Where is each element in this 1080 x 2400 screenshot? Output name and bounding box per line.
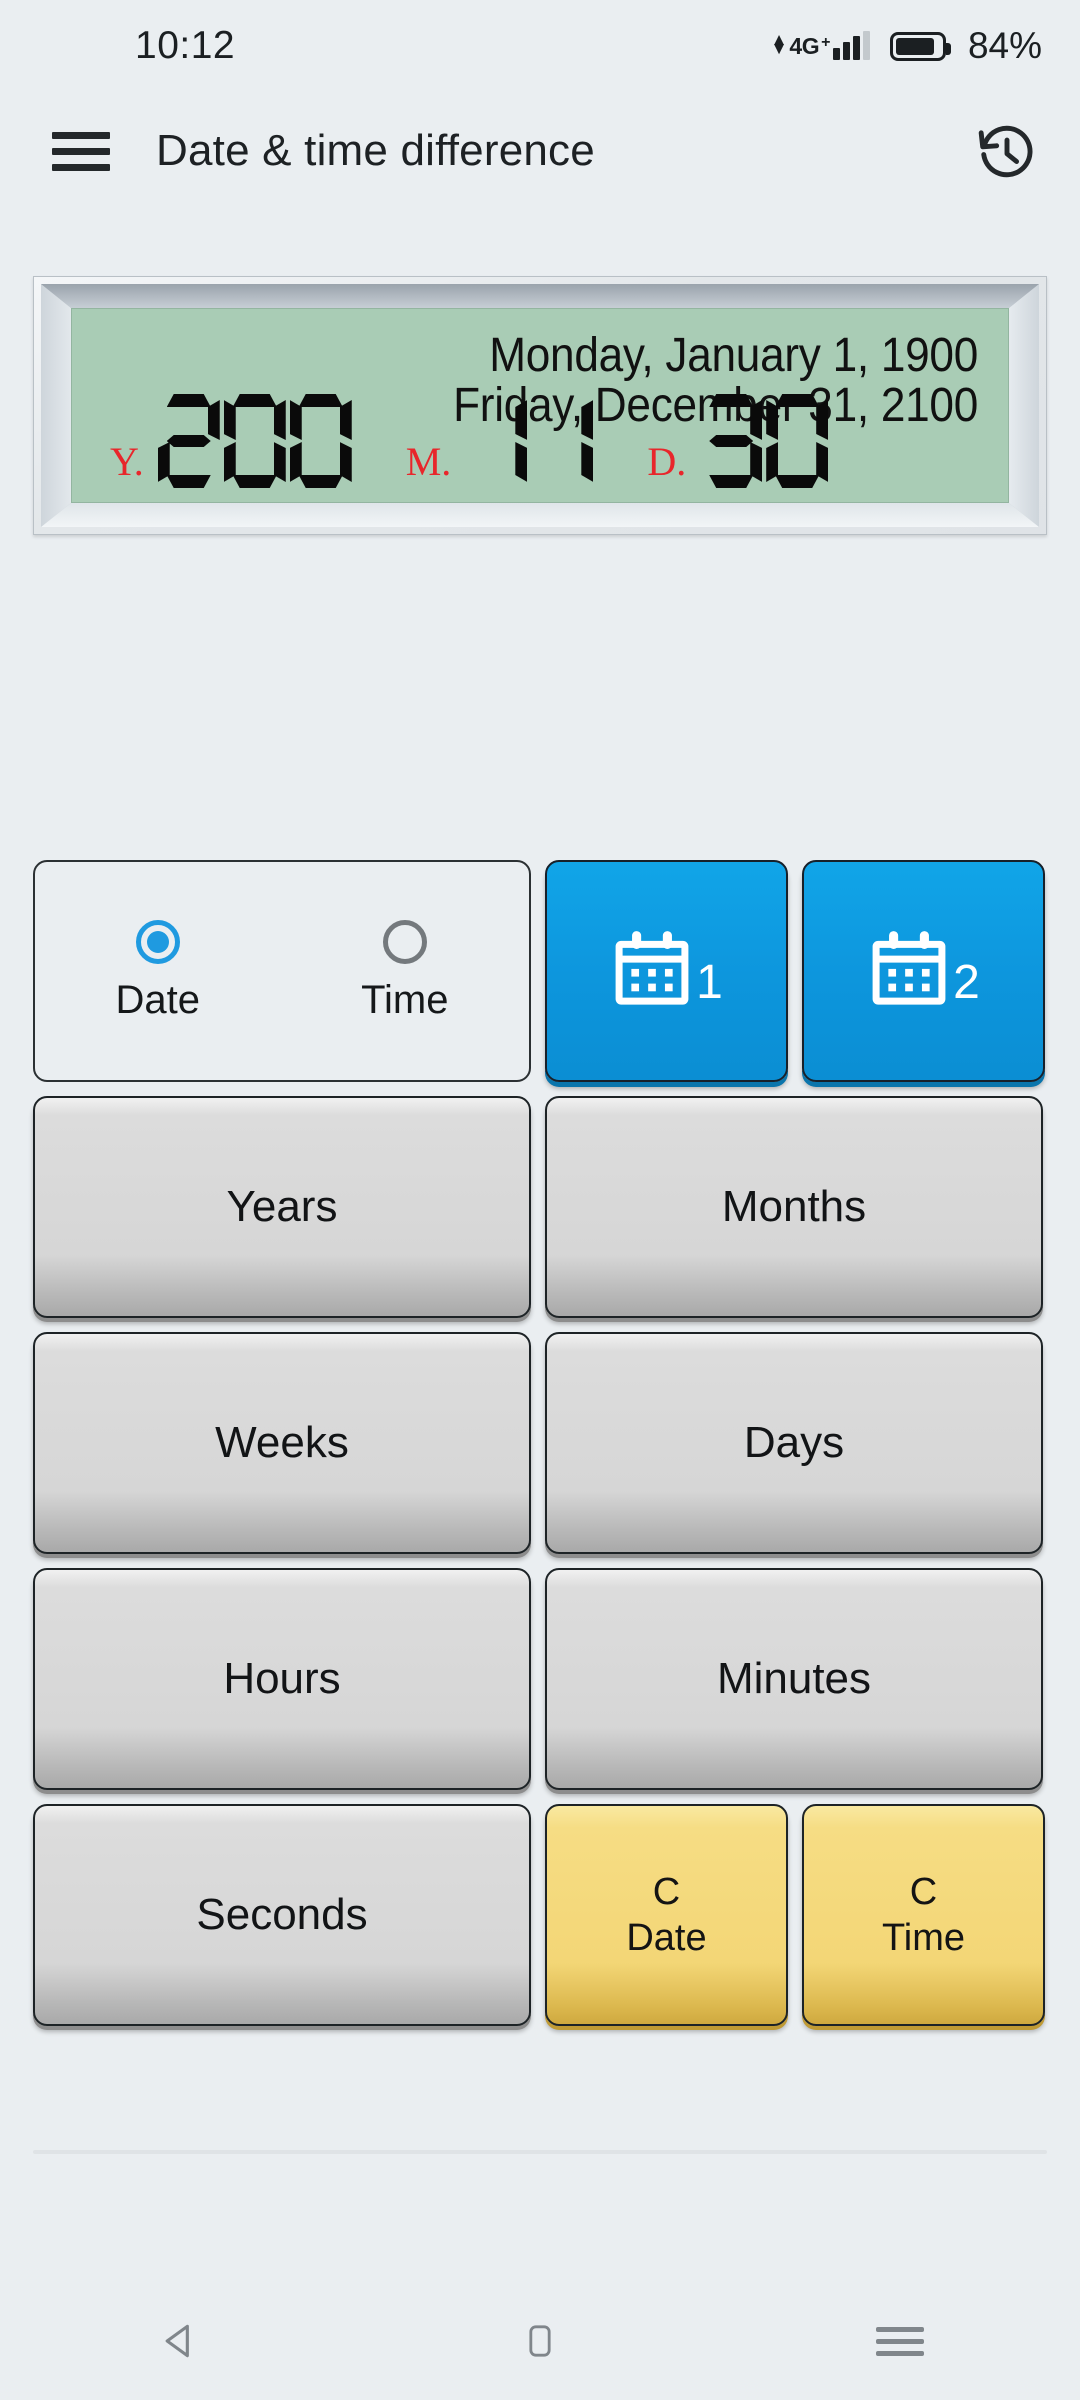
home-square-icon[interactable] bbox=[495, 2306, 585, 2376]
bezel-top bbox=[41, 284, 1039, 308]
years-digits bbox=[158, 394, 352, 488]
calendar-button-1-number: 1 bbox=[696, 956, 723, 1009]
mode-option-date-label: Date bbox=[115, 977, 201, 1022]
mode-option-time-label: Time bbox=[361, 977, 449, 1022]
lcd-bezel: Monday, January 1, 1900 Friday, December… bbox=[41, 284, 1039, 527]
calendar-icon bbox=[867, 929, 951, 1013]
unit-button-months[interactable]: Months bbox=[545, 1096, 1043, 1318]
status-clock: 10:12 bbox=[135, 24, 236, 67]
days-label: D. bbox=[647, 439, 687, 484]
unit-button-weeks[interactable]: Weeks bbox=[33, 1332, 531, 1554]
battery-percent-label: 84% bbox=[967, 25, 1042, 66]
unit-button-years[interactable]: Years bbox=[33, 1096, 531, 1318]
keypad-row-4: Hours Minutes bbox=[33, 1568, 1047, 1790]
unit-button-hours[interactable]: Hours bbox=[33, 1568, 531, 1790]
clear-date-line2: Date bbox=[626, 1917, 707, 1959]
bezel-right bbox=[1009, 284, 1039, 527]
network-type-group: ▲ ▼ 4G + bbox=[770, 30, 831, 59]
mode-option-date[interactable]: Date bbox=[115, 919, 201, 1023]
clear-date-line1: C bbox=[652, 1870, 681, 1913]
data-transfer-arrows-icon: ▲ ▼ bbox=[770, 30, 788, 59]
unit-button-days[interactable]: Days bbox=[545, 1332, 1043, 1554]
unit-button-seconds[interactable]: Seconds bbox=[33, 1804, 531, 2026]
radio-unselected-icon[interactable] bbox=[382, 919, 427, 964]
mode-option-time[interactable]: Time bbox=[361, 919, 449, 1023]
android-nav-bar bbox=[0, 2282, 1080, 2400]
seven-segment-digit bbox=[224, 394, 286, 488]
difference-readout: Y. M. D. bbox=[72, 394, 1008, 488]
radio-selected-icon[interactable] bbox=[135, 919, 180, 964]
calendar-icon bbox=[610, 929, 694, 1013]
app-bar: Date & time difference bbox=[0, 96, 1080, 206]
clear-date-button[interactable]: C Date bbox=[545, 1804, 788, 2026]
calendar-button-2-number: 2 bbox=[953, 956, 980, 1009]
keypad-row-1: Date Time 1 2 bbox=[33, 860, 1047, 1082]
seven-segment-digit bbox=[290, 394, 352, 488]
seven-segment-digit bbox=[531, 394, 593, 488]
years-group: Y. bbox=[110, 394, 352, 488]
seven-segment-digit bbox=[700, 394, 762, 488]
clear-time-button[interactable]: C Time bbox=[802, 1804, 1045, 2026]
mode-selector[interactable]: Date Time bbox=[33, 860, 531, 1082]
days-digits bbox=[700, 394, 828, 488]
network-indicator: ▲ ▼ 4G + bbox=[770, 30, 870, 60]
date-from-label: Monday, January 1, 1900 bbox=[489, 329, 978, 382]
network-type-label: 4G bbox=[789, 33, 820, 59]
days-group: D. bbox=[647, 394, 828, 488]
clear-time-line1: C bbox=[909, 1870, 938, 1913]
unit-button-minutes[interactable]: Minutes bbox=[545, 1568, 1043, 1790]
network-sup-label: + bbox=[821, 34, 830, 51]
battery-icon bbox=[889, 31, 951, 61]
seven-segment-digit bbox=[158, 394, 220, 488]
result-display-panel: Monday, January 1, 1900 Friday, December… bbox=[33, 276, 1047, 535]
bezel-left bbox=[41, 284, 71, 527]
months-group: M. bbox=[406, 394, 594, 488]
section-divider bbox=[33, 2150, 1047, 2154]
status-indicators: ▲ ▼ 4G + 84% bbox=[771, 25, 1042, 67]
months-digits bbox=[465, 394, 593, 488]
status-bar: 10:12 ▲ ▼ 4G + 84% bbox=[0, 0, 1080, 92]
clear-time-line2: Time bbox=[881, 1917, 966, 1959]
keypad-row-3: Weeks Days bbox=[33, 1332, 1047, 1554]
back-triangle-icon[interactable] bbox=[135, 2306, 225, 2376]
years-label: Y. bbox=[110, 439, 144, 484]
months-label: M. bbox=[405, 439, 452, 484]
hamburger-menu-icon[interactable] bbox=[52, 123, 110, 180]
history-icon[interactable] bbox=[976, 122, 1038, 184]
seven-segment-digit bbox=[465, 394, 527, 488]
keypad: Date Time 1 2 Years Months Weeks Days Ho… bbox=[33, 860, 1047, 2040]
calendar-button-1[interactable]: 1 bbox=[545, 860, 788, 1082]
lcd-screen: Monday, January 1, 1900 Friday, December… bbox=[71, 308, 1009, 503]
signal-bars-icon bbox=[832, 31, 870, 60]
recents-menu-icon[interactable] bbox=[855, 2306, 945, 2376]
calendar-button-2[interactable]: 2 bbox=[802, 860, 1045, 1082]
keypad-row-2: Years Months bbox=[33, 1096, 1047, 1318]
bezel-bottom bbox=[41, 503, 1039, 527]
page-title: Date & time difference bbox=[156, 126, 595, 175]
seven-segment-digit bbox=[766, 394, 828, 488]
keypad-row-5: Seconds C Date C Time bbox=[33, 1804, 1047, 2026]
